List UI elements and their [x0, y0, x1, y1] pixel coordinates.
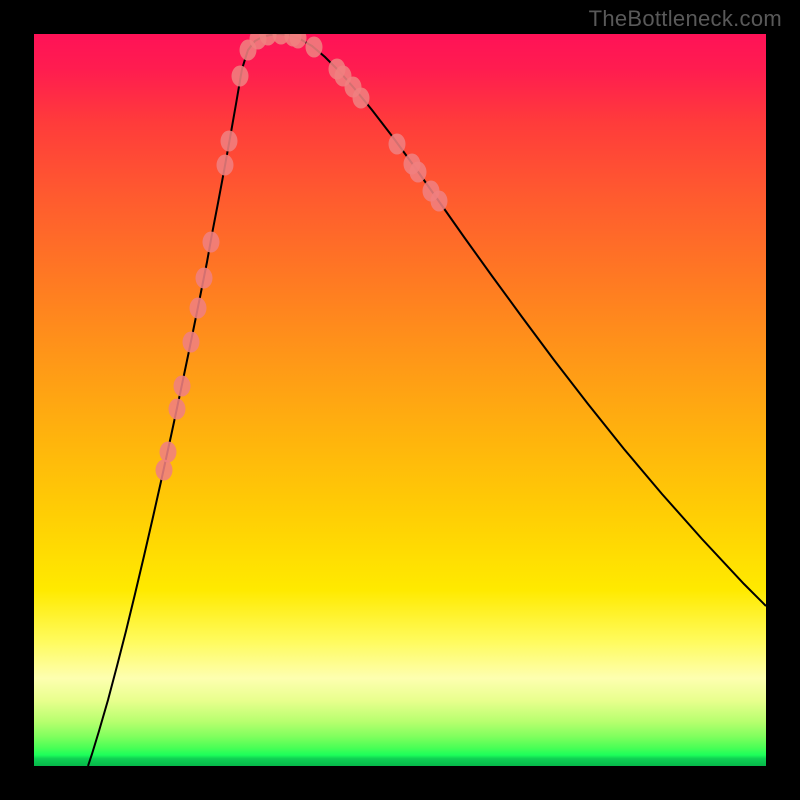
data-marker [389, 134, 406, 155]
marker-layer [156, 34, 448, 481]
data-marker [169, 399, 186, 420]
chart-frame: TheBottleneck.com [0, 0, 800, 800]
data-marker [232, 66, 249, 87]
data-marker [174, 376, 191, 397]
data-marker [306, 37, 323, 58]
data-marker [431, 191, 448, 212]
data-marker [183, 332, 200, 353]
data-marker [221, 131, 238, 152]
data-marker [196, 268, 213, 289]
data-marker [353, 88, 370, 109]
bottleneck-curve [88, 34, 766, 766]
data-marker [160, 442, 177, 463]
data-marker [217, 155, 234, 176]
data-marker [410, 162, 427, 183]
watermark-text: TheBottleneck.com [589, 6, 782, 32]
data-marker [156, 460, 173, 481]
data-marker [190, 298, 207, 319]
plot-area [34, 34, 766, 766]
data-marker [203, 232, 220, 253]
chart-svg [34, 34, 766, 766]
